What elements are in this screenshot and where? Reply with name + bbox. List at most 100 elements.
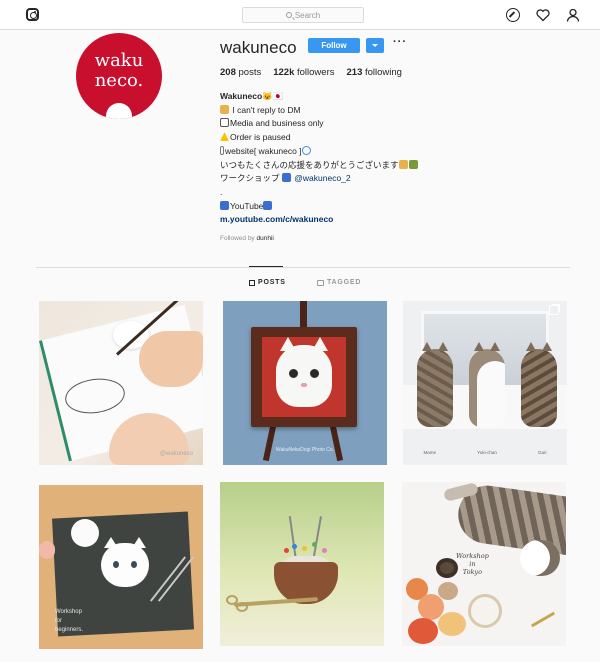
followers-count: 122k — [273, 67, 295, 78]
bio-line6: ワークショップ @wakuneco_2 — [220, 172, 520, 186]
ear — [422, 342, 432, 351]
bio-line7: . — [220, 186, 223, 197]
cat-name-3: Gari — [537, 450, 547, 455]
pray-emoji-icon — [398, 159, 408, 169]
followers-label: followers — [297, 67, 335, 78]
hand — [139, 331, 203, 387]
bio-line4: website[ wakuneco ] — [220, 145, 520, 159]
post-thumbnail-three-cats[interactable]: Mame Yuki-chan Gari — [403, 301, 567, 465]
profile-username: wakuneco — [220, 38, 297, 57]
avatar-text-line1: waku — [94, 50, 144, 71]
instagram-logo-icon[interactable] — [26, 8, 39, 21]
post-thumbnail-drawing[interactable]: @wakuneco — [39, 301, 203, 465]
followed-by-user: dunhii — [256, 235, 274, 242]
followed-by[interactable]: Followed by dunhii — [220, 235, 274, 242]
followed-by-label: Followed by — [220, 235, 255, 242]
bio-name: Wakuneco — [220, 91, 263, 101]
avatar-logo-text: waku neco. — [76, 51, 162, 91]
tab-posts-label: POSTS — [258, 279, 286, 286]
search-input[interactable]: Search — [242, 7, 364, 23]
thread-spool — [436, 558, 458, 578]
ear — [474, 342, 484, 351]
cat-eye-right — [131, 561, 137, 568]
activity-heart-icon[interactable] — [536, 8, 550, 22]
follow-button[interactable]: Follow — [308, 38, 360, 53]
tabs-divider — [36, 267, 570, 268]
cat-left — [417, 342, 453, 427]
warning-emoji-icon — [220, 132, 229, 142]
post-thumbnail-pin-cushion[interactable] — [220, 482, 384, 646]
tab-tagged-label: TAGGED — [327, 279, 362, 286]
post-thumbnail-framed-cat[interactable]: WakuNekoDogi Photo Co. — [223, 301, 387, 465]
scissors — [530, 611, 556, 628]
overlay-line3: beginners. — [55, 627, 84, 633]
bio-line1: I can't reply to DM — [220, 104, 520, 118]
bio-website-link[interactable]: m.youtube.com/c/wakuneco — [220, 213, 520, 227]
active-tab-indicator — [249, 266, 283, 267]
bio-line4-text: website[ wakuneco ] — [225, 145, 302, 156]
cat-nose — [301, 383, 307, 387]
cat-name-2: Yuki-chan — [477, 450, 497, 455]
bio-name-line: Wakuneco😺🇯🇵 — [220, 90, 520, 104]
yellow-wool — [438, 612, 466, 636]
post-thumbnail-workshop-beginners[interactable]: Workshop for beginners. — [39, 485, 203, 649]
tab-posts[interactable]: POSTS — [249, 279, 286, 286]
cat-eye-right — [310, 369, 319, 378]
bio-mention-link[interactable]: @wakuneco_2 — [294, 173, 350, 183]
bio-name-emoji: 😺🇯🇵 — [262, 91, 284, 101]
pin-head — [312, 542, 317, 547]
bio-line8: YouTube — [220, 200, 520, 214]
following-stat[interactable]: 213 following — [347, 67, 402, 78]
scissors-handle-2 — [236, 602, 248, 612]
profile-person-icon[interactable] — [566, 8, 580, 22]
search-icon — [285, 12, 292, 18]
suggested-dropdown-button[interactable] — [366, 38, 384, 53]
bio-line6-text: ワークショップ — [220, 173, 280, 184]
posts-stat: 208 posts — [220, 67, 261, 78]
beige-wool — [438, 582, 458, 600]
overlay-line1: Workshop — [456, 552, 489, 560]
white-wool-ball — [71, 519, 99, 547]
ear — [526, 342, 536, 351]
person-emoji-icon — [220, 104, 229, 114]
cat-face — [276, 337, 332, 407]
post-watermark: @wakuneco — [159, 451, 193, 457]
profile-avatar[interactable]: waku neco. — [76, 33, 162, 119]
bio-line5-text: いつもたくさんの応援をありがとうございます — [220, 159, 399, 170]
avatar-text-line2: neco. — [94, 70, 144, 91]
multiple-photos-icon — [549, 305, 559, 315]
embroidery-hoop — [468, 594, 502, 628]
cat-head — [520, 540, 560, 576]
magnifier-emoji-icon — [301, 145, 311, 155]
ear — [542, 342, 552, 351]
post-thumbnail-workshop-tokyo[interactable]: Workshop in Tokyo — [402, 482, 566, 646]
pin-head — [284, 548, 289, 553]
post-overlay-text: Workshop in Tokyo — [456, 552, 489, 576]
following-count: 213 — [346, 67, 363, 78]
mailbox-emoji-icon — [220, 118, 229, 128]
cat-eye-left — [289, 369, 298, 378]
tab-tagged[interactable]: TAGGED — [317, 279, 361, 286]
search-placeholder: Search — [294, 10, 321, 20]
overlay-line2: in — [469, 560, 476, 568]
overlay-line3: Tokyo — [462, 568, 483, 576]
grid-icon — [249, 279, 255, 286]
post-caption: WakuNekoDogi Photo Co. — [275, 447, 335, 453]
avatar-cat-ears-shape — [106, 103, 132, 119]
cat-eye-left — [113, 561, 119, 568]
following-label: following — [365, 67, 402, 78]
pin-head — [322, 548, 327, 553]
bio-line3-text: Order is paused — [230, 132, 291, 143]
bio-line3: Order is paused — [220, 131, 520, 145]
frame-canvas — [262, 337, 346, 417]
more-options-button[interactable]: ··· — [393, 36, 407, 48]
bio-line2-text: Media and business only — [230, 118, 324, 129]
profile-bio: Wakuneco😺🇯🇵 I can't reply to DM Media an… — [220, 90, 520, 227]
overlay-line2: for — [55, 618, 63, 624]
followers-stat[interactable]: 122k followers — [273, 67, 334, 78]
explore-compass-icon[interactable] — [506, 8, 520, 22]
top-nav-bar: Search — [0, 0, 600, 30]
phone-emoji-icon — [220, 145, 224, 155]
overlay-line1: Workshop — [55, 609, 82, 615]
bio-line8-text: YouTube — [230, 200, 264, 211]
